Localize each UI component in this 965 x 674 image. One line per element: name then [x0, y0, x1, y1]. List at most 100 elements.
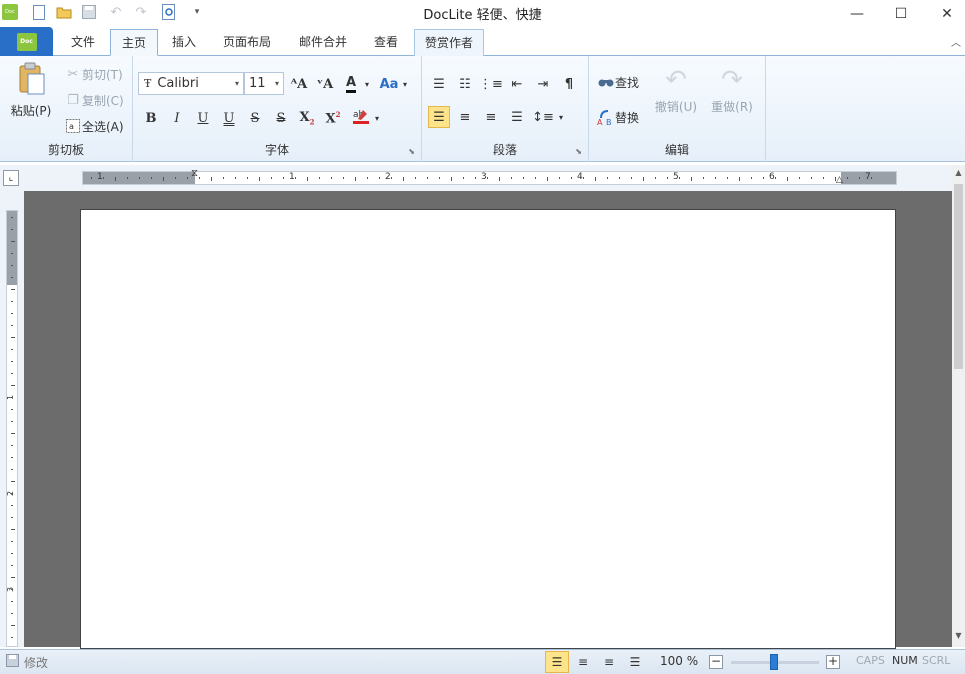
- horizontal-ruler[interactable]: 1 1 2 3 4 5 6 7 ⧖ △: [82, 169, 897, 185]
- multilevel-list-button[interactable]: ⋮≡: [479, 73, 503, 95]
- change-case-dropdown[interactable]: ▾: [400, 73, 410, 95]
- increase-indent-button[interactable]: ⇥: [532, 73, 554, 95]
- close-button[interactable]: ✕: [924, 0, 965, 27]
- vertical-ruler[interactable]: 1 2 3: [6, 210, 18, 647]
- redo-button[interactable]: ↷ 重做(R): [709, 66, 755, 115]
- tab-insert[interactable]: 插入: [162, 29, 206, 56]
- line-spacing-dropdown[interactable]: ▾: [556, 106, 566, 128]
- tab-stop-selector-icon[interactable]: ⌞: [3, 170, 19, 186]
- ruler-number: 2: [385, 172, 391, 182]
- scroll-down-icon[interactable]: ▼: [952, 631, 965, 645]
- ruler-number: 5: [673, 172, 679, 182]
- font-color-button[interactable]: A: [340, 73, 362, 95]
- align-left-button[interactable]: ☰: [428, 106, 450, 128]
- tab-view[interactable]: 查看: [364, 29, 408, 56]
- document-page[interactable]: [80, 209, 896, 649]
- scroll-up-icon[interactable]: ▲: [952, 168, 965, 182]
- select-all-button[interactable]: a 全选(A): [64, 117, 124, 135]
- paste-label: 粘贴(P): [10, 104, 52, 118]
- ruler-number: 6: [769, 172, 775, 182]
- double-underline-button[interactable]: U: [218, 107, 240, 129]
- font-size-combo[interactable]: 11 ▾: [244, 72, 284, 95]
- zoom-slider-thumb[interactable]: [770, 654, 778, 670]
- status-align-left-button[interactable]: ☰: [545, 651, 569, 673]
- paragraph-dialog-launcher-icon[interactable]: ⬊: [575, 147, 582, 156]
- align-left-icon: ☰: [433, 109, 445, 125]
- double-strikethrough-button[interactable]: S: [270, 107, 292, 129]
- undo-button[interactable]: ↶ 撤销(U): [653, 66, 699, 115]
- underline-button[interactable]: U: [192, 107, 214, 129]
- grow-font-icon: ᴬA: [290, 76, 308, 92]
- subscript-icon: X2: [299, 109, 315, 127]
- change-case-button[interactable]: Aa: [378, 73, 400, 95]
- collapse-ribbon-icon[interactable]: ︿: [951, 34, 961, 49]
- numbered-list-button[interactable]: ☷: [454, 73, 476, 95]
- chevron-down-icon: ▾: [234, 79, 239, 88]
- scroll-lock-indicator: SCRL: [922, 654, 951, 667]
- ruler-tick: [115, 177, 116, 181]
- tab-file[interactable]: 文件: [61, 29, 105, 56]
- italic-button[interactable]: I: [166, 107, 188, 129]
- minimize-button[interactable]: —: [834, 0, 880, 27]
- line-spacing-button[interactable]: ↕≡: [532, 106, 554, 128]
- ruler-tick: [223, 177, 224, 179]
- ruler-tick: [643, 177, 644, 181]
- strikethrough-button[interactable]: S: [244, 107, 266, 129]
- ruler-tick: [511, 177, 512, 179]
- font-dialog-launcher-icon[interactable]: ⬊: [408, 147, 415, 156]
- ruler-tick: [307, 177, 308, 181]
- paragraph-group: ☰ ☷ ⋮≡ ⇤ ⇥ ¶ ☰ ≡ ≡ ☰ ↕≡ ▾ 段落 ⬊: [422, 56, 589, 162]
- subscript-button[interactable]: X2: [296, 107, 318, 129]
- ruler-tick: [739, 177, 740, 181]
- maximize-button[interactable]: ☐: [878, 0, 924, 27]
- decrease-indent-button[interactable]: ⇤: [506, 73, 528, 95]
- font-name-combo[interactable]: Ŧ Calibri ▾: [138, 72, 244, 95]
- zoom-out-button[interactable]: −: [709, 655, 723, 669]
- multilevel-list-icon: ⋮≡: [479, 76, 503, 92]
- ruler-tick: [11, 517, 13, 518]
- font-group-label: 字体: [264, 143, 289, 157]
- align-right-button[interactable]: ≡: [480, 106, 502, 128]
- superscript-button[interactable]: X2: [322, 107, 344, 129]
- shrink-font-button[interactable]: ᵛA: [314, 73, 336, 95]
- ruler-tick: [11, 313, 13, 314]
- tab-home[interactable]: 主页: [110, 29, 158, 56]
- shrink-font-icon: ᵛA: [316, 76, 334, 92]
- font-name-value: Calibri: [157, 76, 199, 91]
- tab-page-layout[interactable]: 页面布局: [214, 29, 280, 56]
- status-align-center-button[interactable]: ≡: [571, 651, 595, 673]
- tab-mail-merge[interactable]: 邮件合并: [290, 29, 356, 56]
- replace-button[interactable]: AB 替换: [597, 108, 639, 126]
- bold-icon: B: [145, 110, 157, 126]
- zoom-in-button[interactable]: +: [826, 655, 840, 669]
- font-color-dropdown[interactable]: ▾: [362, 73, 372, 95]
- align-center-icon: ≡: [577, 655, 589, 669]
- tab-sponsor-author[interactable]: 赞赏作者: [414, 29, 484, 56]
- right-indent-marker-icon[interactable]: △: [836, 175, 843, 185]
- status-align-right-button[interactable]: ≡: [597, 651, 621, 673]
- copy-button[interactable]: ❐ 复制(C): [64, 91, 124, 109]
- justify-button[interactable]: ☰: [506, 106, 528, 128]
- scrollbar-thumb[interactable]: [954, 184, 963, 369]
- cut-button[interactable]: ✂ 剪切(T): [64, 65, 123, 83]
- find-button[interactable]: 查找: [597, 73, 639, 91]
- ruler-tick: [811, 177, 812, 179]
- ruler-tick: [427, 177, 428, 179]
- bold-button[interactable]: B: [140, 107, 162, 129]
- bullet-list-button[interactable]: ☰: [428, 73, 450, 95]
- status-justify-button[interactable]: ☰: [623, 651, 647, 673]
- highlight-button[interactable]: ab: [350, 107, 372, 129]
- svg-text:a: a: [69, 122, 74, 131]
- double-underline-icon: U: [223, 110, 235, 126]
- paste-button[interactable]: 粘贴(P): [8, 62, 54, 119]
- app-menu-button[interactable]: Doc: [0, 27, 53, 56]
- first-line-indent-marker-icon[interactable]: ⧖: [191, 169, 198, 179]
- decrease-indent-icon: ⇤: [511, 76, 523, 92]
- show-formatting-button[interactable]: ¶: [558, 73, 580, 95]
- ruler-tick: [91, 177, 92, 179]
- highlight-dropdown[interactable]: ▾: [372, 107, 382, 129]
- align-center-button[interactable]: ≡: [454, 106, 476, 128]
- ruler-tick: [271, 177, 272, 179]
- grow-font-button[interactable]: ᴬA: [288, 73, 310, 95]
- vertical-scrollbar[interactable]: ▲ ▼: [952, 166, 965, 647]
